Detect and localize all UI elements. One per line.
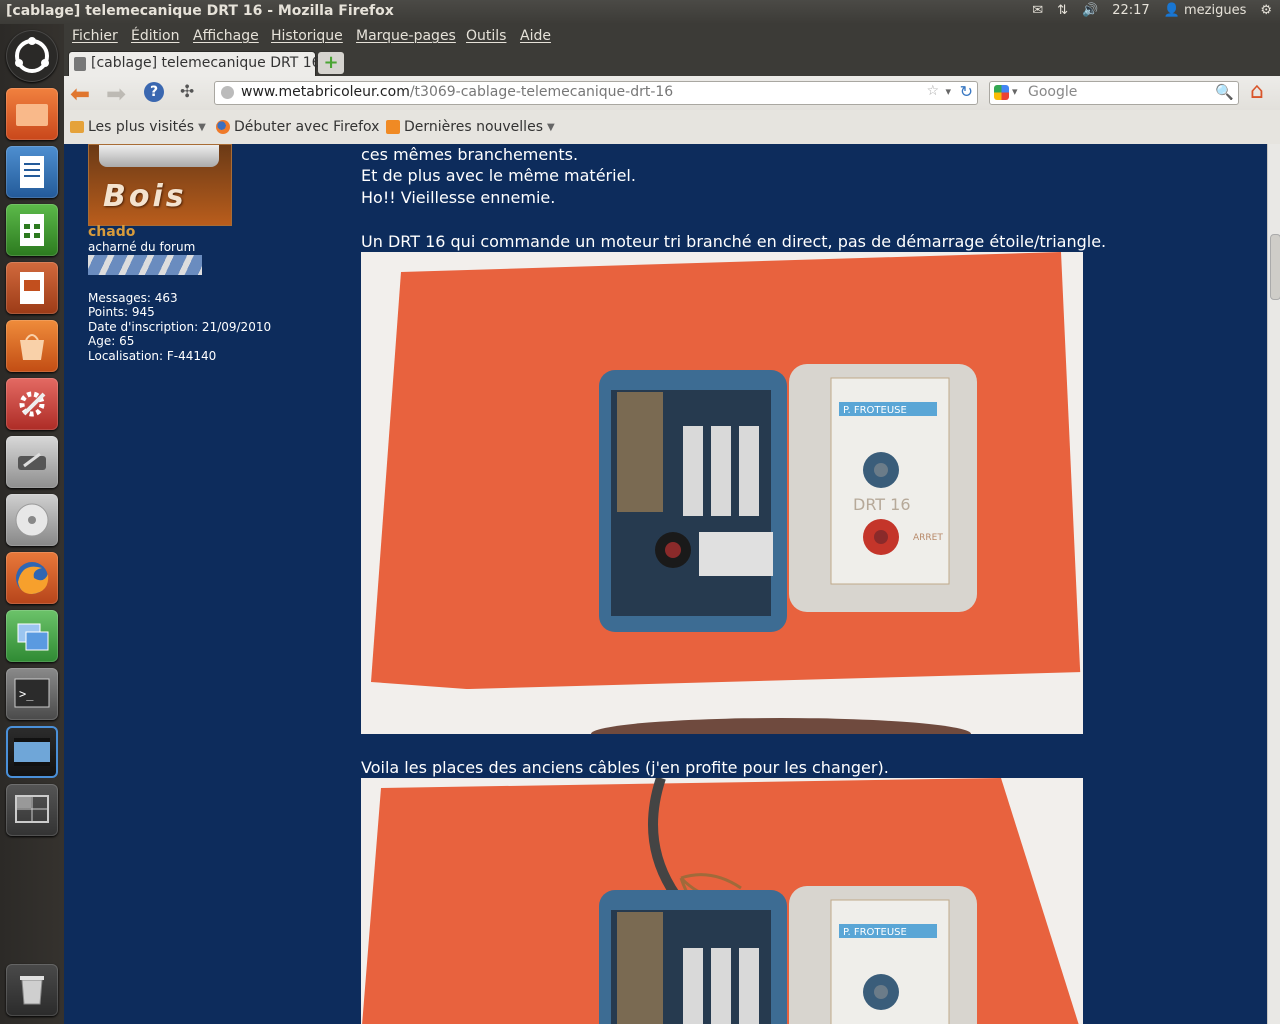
bookmark-label: Les plus visités [88, 119, 195, 135]
site-identity-icon[interactable] [221, 86, 234, 99]
search-icon[interactable]: 🔍 [1215, 83, 1234, 101]
url-domain: www.metabricoleur.com [241, 84, 410, 100]
post-line: Ho!! Vieillesse ennemie. [361, 188, 556, 207]
network-icon[interactable]: ⇅ [1057, 3, 1068, 18]
menu-aide[interactable]: Aide [520, 28, 551, 44]
bookmark-star-icon[interactable]: ☆ [926, 83, 939, 99]
firefox-small-icon [216, 120, 230, 134]
bookmarks-toolbar: Les plus visités ▼ Débuter avec Firefox … [64, 110, 1280, 145]
dash-home-icon[interactable] [6, 30, 58, 82]
url-history-dropdown-icon[interactable]: ▾ [945, 85, 951, 98]
writer-icon[interactable] [6, 146, 58, 198]
author-location: Localisation: F-44140 [88, 349, 217, 363]
photo-label: P. FROTEUSE [843, 405, 907, 416]
bookmark-getting-started[interactable]: Débuter avec Firefox [216, 119, 379, 135]
forward-button[interactable]: ➡ [106, 80, 126, 108]
tab-strip: [cablage] telemecanique DRT 16 + [64, 50, 1280, 77]
post-caption: Voila les places des anciens câbles (j'e… [361, 758, 889, 777]
menu-historique[interactable]: Historique [271, 28, 343, 44]
new-tab-button[interactable]: + [318, 52, 344, 74]
ubuntu-tweak-icon[interactable] [6, 436, 58, 488]
author-points: Points: 945 [88, 305, 155, 319]
bookmark-latest-news[interactable]: Dernières nouvelles ▼ [386, 119, 555, 135]
clock[interactable]: 22:17 [1112, 3, 1149, 18]
post-line: Et de plus avec le même matériel. [361, 166, 636, 185]
system-settings-icon[interactable] [6, 378, 58, 430]
url-bar[interactable]: www.metabricoleur.com/t3069-cablage-tele… [214, 81, 978, 105]
user-menu[interactable]: 👤 mezigues [1164, 3, 1247, 18]
software-center-icon[interactable] [6, 320, 58, 372]
rank-image [88, 255, 202, 275]
video-editor-icon[interactable] [6, 726, 58, 778]
bookmark-label: Dernières nouvelles [404, 119, 543, 135]
user-icon: 👤 [1163, 3, 1180, 18]
bookmark-label: Débuter avec Firefox [234, 119, 380, 135]
disc-burner-icon[interactable] [6, 494, 58, 546]
menu-bar: Fichier Édition Affichage Historique Mar… [64, 24, 1280, 50]
launcher: >_ [0, 24, 65, 1024]
files-icon[interactable] [6, 88, 58, 140]
photo-switch-box-wiring: P. FROTEUSE [361, 778, 1083, 1024]
indicator-area: ✉ ⇅ 🔊 22:17 👤 mezigues ⚙ [1032, 3, 1272, 18]
bookmark-most-visited[interactable]: Les plus visités ▼ [70, 119, 206, 135]
top-panel: [cablage] telemecanique DRT 16 - Mozilla… [0, 0, 1280, 24]
workspace-switcher-icon[interactable] [6, 784, 58, 836]
firefox-icon[interactable] [6, 552, 58, 604]
svg-text:>_: >_ [19, 687, 34, 701]
avatar-top-graphic [99, 145, 219, 167]
author-name[interactable]: chado [88, 224, 135, 240]
addon-icon[interactable]: ✣ [180, 82, 194, 102]
photo-switch-box: P. FROTEUSE DRT 16 ARRET [361, 252, 1083, 734]
menu-outils[interactable]: Outils [466, 28, 506, 44]
mail-icon[interactable]: ✉ [1032, 3, 1043, 18]
url-path: /t3069-cablage-telemecanique-drt-16 [409, 84, 674, 100]
chevron-down-icon: ▼ [198, 121, 206, 133]
scrollbar-thumb[interactable] [1270, 234, 1280, 300]
menu-affichage[interactable]: Affichage [193, 28, 259, 44]
menu-marque-pages[interactable]: Marque-pages [356, 28, 456, 44]
home-icon[interactable]: ⌂ [1250, 79, 1264, 104]
author-avatar: Bois [88, 144, 232, 226]
help-icon[interactable]: ? [144, 82, 164, 102]
post-photo[interactable]: P. FROTEUSE [361, 778, 1083, 1024]
page-scrollbar[interactable] [1267, 144, 1280, 1024]
photo-label: P. FROTEUSE [843, 927, 907, 938]
folder-icon [70, 121, 84, 133]
search-input[interactable]: Google [1028, 84, 1077, 100]
trash-icon[interactable] [6, 964, 58, 1016]
photo-model: DRT 16 [853, 495, 911, 514]
search-engine-dropdown-icon[interactable]: ▾ [1012, 85, 1018, 98]
impress-icon[interactable] [6, 262, 58, 314]
tab-active[interactable]: [cablage] telemecanique DRT 16 [68, 51, 321, 77]
search-bar[interactable]: ▾ Google 🔍 [989, 81, 1239, 105]
google-icon[interactable] [994, 85, 1009, 100]
back-button[interactable]: ⬅ [70, 80, 90, 108]
remote-desktop-icon[interactable] [6, 610, 58, 662]
menu-fichier[interactable]: Fichier [72, 28, 118, 44]
photo-stop-label: ARRET [913, 533, 943, 543]
author-join-date: Date d'inscription: 21/09/2010 [88, 320, 272, 334]
menu-edition[interactable]: Édition [131, 28, 179, 44]
terminal-icon[interactable]: >_ [6, 668, 58, 720]
author-rank: acharné du forum [88, 240, 196, 254]
avatar-text: Bois [103, 179, 187, 214]
post-photo[interactable]: P. FROTEUSE DRT 16 ARRET [361, 252, 1083, 734]
calc-icon[interactable] [6, 204, 58, 256]
author-age: Age: 65 [88, 334, 135, 348]
rss-icon [386, 120, 400, 134]
gear-icon[interactable]: ⚙ [1260, 3, 1272, 18]
chevron-down-icon: ▼ [546, 121, 555, 133]
post-line: ces mêmes branchements. [361, 145, 579, 164]
author-messages: Messages: 463 [88, 291, 178, 305]
window-title: [cablage] telemecanique DRT 16 - Mozilla… [6, 3, 394, 19]
navigation-toolbar: ⬅ ➡ ? ✣ www.metabricoleur.com/t3069-cabl… [64, 76, 1280, 110]
post-caption: Un DRT 16 qui commande un moteur tri bra… [361, 232, 1107, 251]
favicon-icon [74, 57, 86, 71]
reload-icon[interactable]: ↻ [960, 82, 973, 101]
volume-icon[interactable]: 🔊 [1082, 3, 1098, 18]
user-name: mezigues [1183, 3, 1247, 18]
tab-label: [cablage] telemecanique DRT 16 [91, 55, 321, 71]
page-content: Bois chado acharné du forum Messages: 46… [64, 144, 1267, 1024]
